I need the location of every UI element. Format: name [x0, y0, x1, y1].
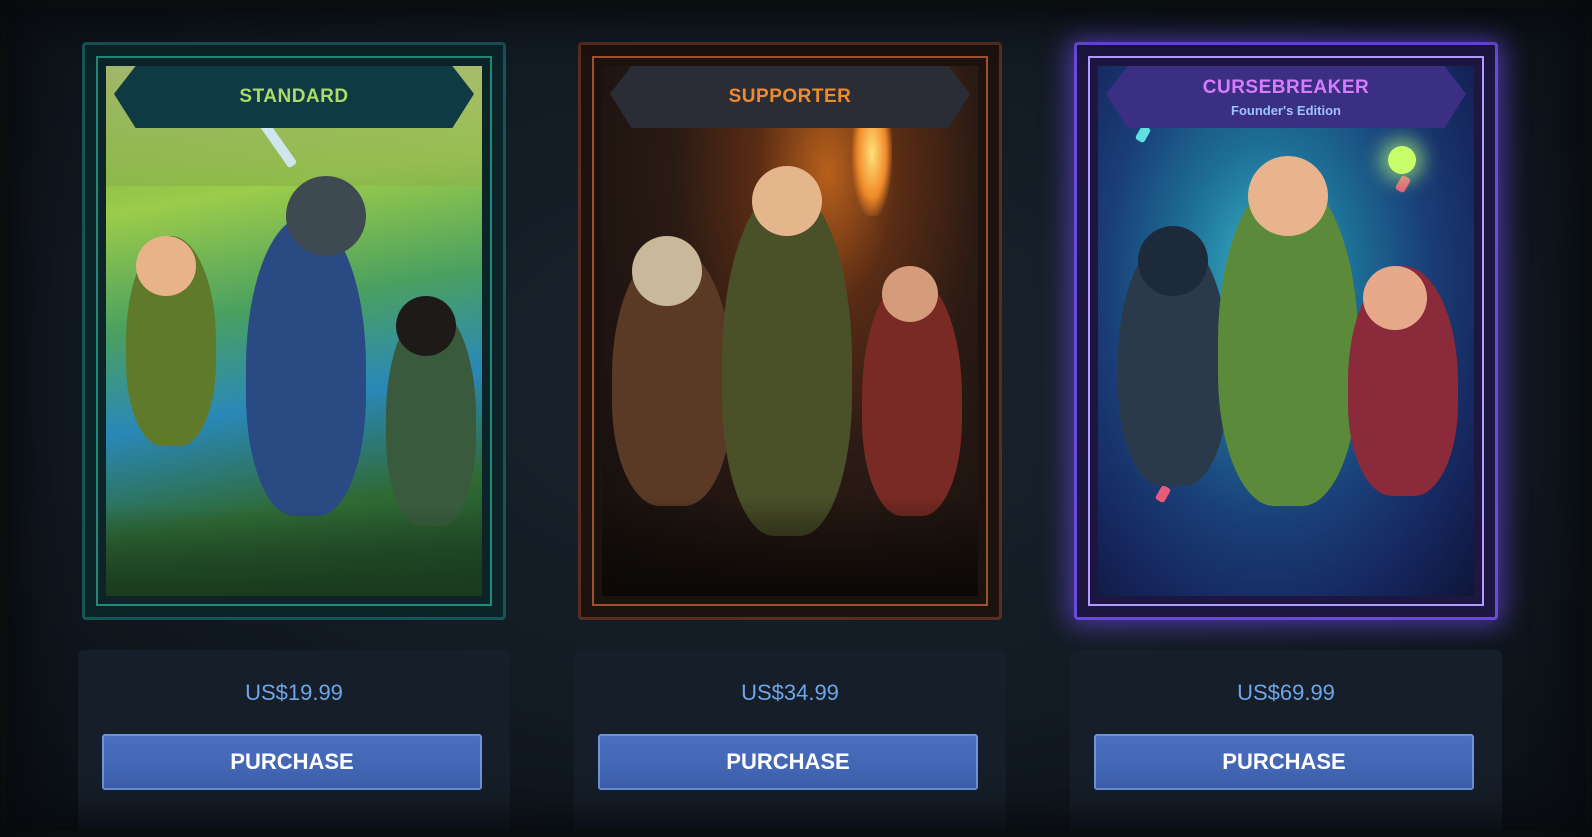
purchase-panel-standard: US$19.99 PURCHASE — [78, 650, 510, 837]
purchase-button-supporter[interactable]: PURCHASE — [598, 734, 978, 790]
purchase-panel-supporter: US$34.99 PURCHASE — [574, 650, 1006, 837]
purchase-button-standard[interactable]: PURCHASE — [102, 734, 482, 790]
edition-artwork-standard — [106, 66, 482, 596]
edition-name: CURSEBREAKER — [1202, 76, 1370, 98]
purchase-panel-cursebreaker: US$69.99 PURCHASE — [1070, 650, 1502, 837]
edition-subtitle: Founder's Edition — [1231, 102, 1341, 118]
edition-badge-standard: STANDARD — [114, 66, 474, 128]
edition-badge-cursebreaker: CURSEBREAKER Founder's Edition — [1106, 66, 1466, 128]
purchase-button-cursebreaker[interactable]: PURCHASE — [1094, 734, 1474, 790]
price-supporter: US$34.99 — [741, 680, 839, 705]
edition-name: STANDARD — [239, 86, 349, 107]
tier-standard: STANDARD US$19.99 PURCHASE — [78, 0, 514, 837]
edition-card-cursebreaker[interactable]: CURSEBREAKER Founder's Edition — [1074, 42, 1498, 620]
edition-selector: STANDARD US$19.99 PURCHASE SUPPORTER US$… — [0, 0, 1592, 837]
edition-artwork-cursebreaker — [1098, 66, 1474, 596]
edition-card-supporter[interactable]: SUPPORTER — [578, 42, 1002, 620]
edition-badge-supporter: SUPPORTER — [610, 66, 970, 128]
edition-name: SUPPORTER — [728, 86, 852, 107]
tier-supporter: SUPPORTER US$34.99 PURCHASE — [574, 0, 1010, 837]
price-standard: US$19.99 — [245, 680, 343, 705]
tier-cursebreaker: CURSEBREAKER Founder's Edition US$69.99 … — [1070, 0, 1506, 837]
edition-artwork-supporter — [602, 66, 978, 596]
price-cursebreaker: US$69.99 — [1237, 680, 1335, 705]
edition-card-standard[interactable]: STANDARD — [82, 42, 506, 620]
